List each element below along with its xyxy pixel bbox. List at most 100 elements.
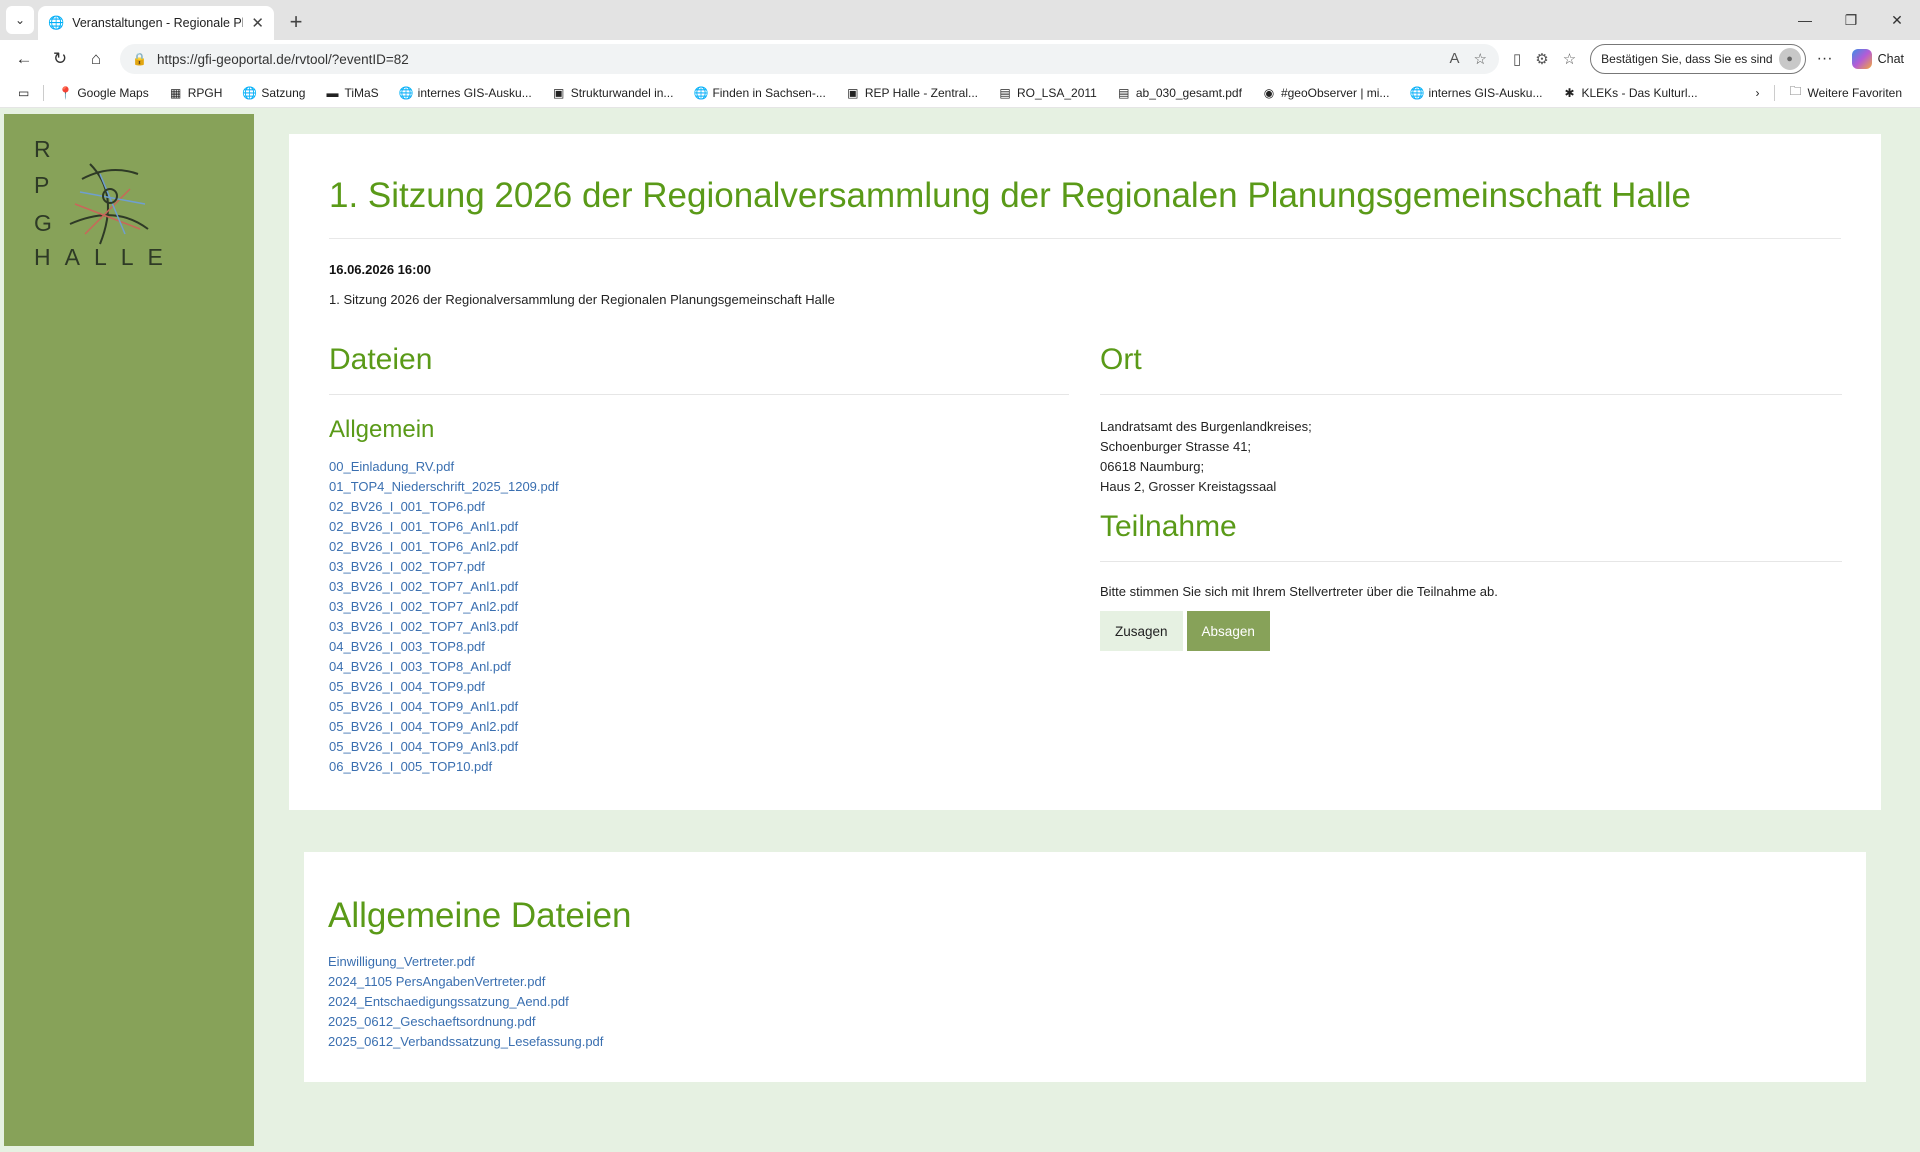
- more-options-icon[interactable]: ···: [1810, 50, 1840, 68]
- favorite-item[interactable]: ◉ #geoObserver | mi...: [1252, 86, 1400, 100]
- profile-button[interactable]: Bestätigen Sie, dass Sie es sind ●: [1590, 44, 1806, 74]
- restore-icon[interactable]: ❐: [1828, 0, 1874, 40]
- chat-label: Chat: [1877, 52, 1904, 66]
- chat-button[interactable]: Chat: [1844, 49, 1912, 69]
- favorite-item[interactable]: 📍 Google Maps: [48, 86, 158, 100]
- favorite-label: internes GIS-Ausku...: [417, 85, 532, 100]
- list-item: 03_BV26_I_002_TOP7_Anl1.pdf: [329, 577, 1069, 597]
- active-tab[interactable]: 🌐 Veranstaltungen - Regionale Planu ✕: [38, 6, 274, 40]
- file-link[interactable]: 2025_0612_Geschaeftsordnung.pdf: [328, 1014, 535, 1029]
- site-info-icon[interactable]: 🔒: [132, 52, 147, 66]
- list-item: 01_TOP4_Niederschrift_2025_1209.pdf: [329, 477, 1069, 497]
- favorites-overflow-icon[interactable]: ›: [1746, 86, 1770, 100]
- file-link[interactable]: 2025_0612_Verbandssatzung_Lesefassung.pd…: [328, 1034, 603, 1049]
- file-link[interactable]: 03_BV26_I_002_TOP7_Anl2.pdf: [329, 599, 518, 614]
- folder-icon: 🗀: [1789, 84, 1802, 98]
- file-link[interactable]: 02_BV26_I_001_TOP6_Anl1.pdf: [329, 519, 518, 534]
- favorites-icon[interactable]: ☆: [1563, 50, 1576, 68]
- reload-icon[interactable]: ↻: [44, 43, 76, 75]
- address-line: Haus 2, Grosser Kreistagssaal: [1100, 479, 1277, 494]
- globe-icon: 🌐: [242, 85, 258, 100]
- file-link[interactable]: 2024_1105 PersAngabenVertreter.pdf: [328, 974, 545, 989]
- close-tab-icon[interactable]: ✕: [251, 14, 264, 32]
- file-link[interactable]: Einwilligung_Vertreter.pdf: [328, 954, 475, 969]
- favorite-label: Google Maps: [77, 85, 149, 100]
- close-window-icon[interactable]: ✕: [1874, 0, 1920, 40]
- file-link[interactable]: 03_BV26_I_002_TOP7.pdf: [329, 559, 485, 574]
- general-file-list: Einwilligung_Vertreter.pdf 2024_1105 Pers…: [328, 952, 603, 1052]
- list-item: 05_BV26_I_004_TOP9_Anl1.pdf: [329, 697, 1069, 717]
- pdf-icon: ▤: [1118, 85, 1130, 100]
- address-line: Landratsamt des Burgenlandkreises;: [1100, 419, 1312, 434]
- decline-button[interactable]: Absagen: [1186, 611, 1270, 651]
- info-column: Ort Landratsamt des Burgenlandkreises; S…: [1100, 340, 1842, 651]
- favorite-item[interactable]: 🌐 Finden in Sachsen-...: [683, 86, 835, 100]
- file-link[interactable]: 04_BV26_I_003_TOP8.pdf: [329, 639, 485, 654]
- list-item: 02_BV26_I_001_TOP6_Anl2.pdf: [329, 537, 1069, 557]
- globe-icon: 🌐: [48, 15, 65, 30]
- favorite-label: Satzung: [261, 85, 306, 100]
- file-link[interactable]: 06_BV26_I_005_TOP10.pdf: [329, 759, 492, 774]
- favorite-item[interactable]: ▬ TiMaS: [315, 86, 388, 100]
- file-link[interactable]: 00_Einladung_RV.pdf: [329, 459, 454, 474]
- favorites-bar-toggle-icon[interactable]: ▭: [8, 86, 39, 100]
- file-link[interactable]: 03_BV26_I_002_TOP7_Anl3.pdf: [329, 619, 518, 634]
- favorite-label: ab_030_gesamt.pdf: [1135, 85, 1242, 100]
- list-item: 05_BV26_I_004_TOP9_Anl2.pdf: [329, 717, 1069, 737]
- home-icon[interactable]: ⌂: [80, 43, 112, 75]
- extensions-icon[interactable]: ⚙: [1535, 50, 1548, 68]
- avatar: ●: [1778, 48, 1801, 70]
- general-files-card: Allgemeine Dateien Einwilligung_Vertrete…: [304, 852, 1866, 1082]
- favorite-item[interactable]: ▣ Strukturwandel in...: [542, 86, 684, 100]
- file-link[interactable]: 05_BV26_I_004_TOP9.pdf: [329, 679, 485, 694]
- list-item: Einwilligung_Vertreter.pdf: [328, 952, 603, 972]
- favorite-item[interactable]: ▦ RPGH: [159, 86, 233, 100]
- list-item: 05_BV26_I_004_TOP9.pdf: [329, 677, 1069, 697]
- list-item: 00_Einladung_RV.pdf: [329, 457, 1069, 477]
- file-link[interactable]: 2024_Entschaedigungssatzung_Aend.pdf: [328, 994, 569, 1009]
- url-field[interactable]: 🔒 https://gfi-geoportal.de/rvtool/?event…: [120, 44, 1499, 74]
- favorite-star-icon[interactable]: ☆: [1474, 50, 1487, 68]
- general-files-heading: Allgemeine Dateien: [328, 896, 632, 935]
- favorite-item[interactable]: 🌐 internes GIS-Ausku...: [1399, 86, 1552, 100]
- file-link[interactable]: 02_BV26_I_001_TOP6.pdf: [329, 499, 485, 514]
- files-column: Dateien Allgemein 00_Einladung_RV.pdf 01_…: [329, 340, 1069, 777]
- new-tab-button[interactable]: +: [280, 6, 312, 38]
- favorite-item[interactable]: 🌐 Satzung: [232, 86, 315, 100]
- read-aloud-icon[interactable]: A: [1450, 50, 1460, 68]
- favorite-label: #geoObserver | mi...: [1280, 85, 1390, 100]
- favorite-item[interactable]: ▣ REP Halle - Zentral...: [836, 86, 988, 100]
- favorite-label: RO_LSA_2011: [1017, 85, 1097, 100]
- favorite-item[interactable]: ✱ KLEKs - Das Kulturl...: [1552, 86, 1707, 100]
- file-link[interactable]: 04_BV26_I_003_TOP8_Anl.pdf: [329, 659, 511, 674]
- rpg-halle-logo[interactable]: R P G HALLE: [30, 134, 190, 274]
- favorite-label: internes GIS-Ausku...: [1428, 85, 1543, 100]
- minimize-icon[interactable]: —: [1782, 0, 1828, 40]
- list-item: 2025_0612_Verbandssatzung_Lesefassung.pd…: [328, 1032, 603, 1052]
- reading-view-icon[interactable]: ▯: [1513, 50, 1521, 68]
- divider: [1100, 394, 1842, 395]
- other-favorites-label: Weitere Favoriten: [1807, 85, 1902, 100]
- timas-icon: ▬: [326, 85, 339, 100]
- file-link[interactable]: 03_BV26_I_002_TOP7_Anl1.pdf: [329, 579, 518, 594]
- favorite-item[interactable]: 🌐 internes GIS-Ausku...: [389, 86, 542, 100]
- file-link[interactable]: 02_BV26_I_001_TOP6_Anl2.pdf: [329, 539, 518, 554]
- address-bar: ← ↻ ⌂ 🔒 https://gfi-geoportal.de/rvtool/…: [0, 40, 1920, 78]
- other-favorites-folder[interactable]: 🗀 Weitere Favoriten: [1779, 82, 1912, 103]
- copilot-icon: [1851, 49, 1872, 69]
- favorite-label: Strukturwandel in...: [570, 85, 674, 100]
- back-icon[interactable]: ←: [8, 43, 40, 75]
- event-card: 1. Sitzung 2026 der Regionalversammlung …: [289, 134, 1881, 810]
- tab-list-button[interactable]: ⌄: [6, 6, 34, 34]
- pdf-icon: ▤: [999, 85, 1011, 100]
- file-link[interactable]: 05_BV26_I_004_TOP9_Anl2.pdf: [329, 719, 518, 734]
- file-link[interactable]: 05_BV26_I_004_TOP9_Anl3.pdf: [329, 739, 518, 754]
- geoobserver-icon: ◉: [1263, 85, 1275, 100]
- list-item: 03_BV26_I_002_TOP7_Anl3.pdf: [329, 617, 1069, 637]
- file-link[interactable]: 01_TOP4_Niederschrift_2025_1209.pdf: [329, 479, 559, 494]
- favorite-item[interactable]: ▤ RO_LSA_2011: [988, 86, 1107, 100]
- globe-icon: 🌐: [398, 85, 414, 100]
- file-link[interactable]: 05_BV26_I_004_TOP9_Anl1.pdf: [329, 699, 518, 714]
- favorite-item[interactable]: ▤ ab_030_gesamt.pdf: [1107, 86, 1252, 100]
- accept-button[interactable]: Zusagen: [1100, 611, 1183, 651]
